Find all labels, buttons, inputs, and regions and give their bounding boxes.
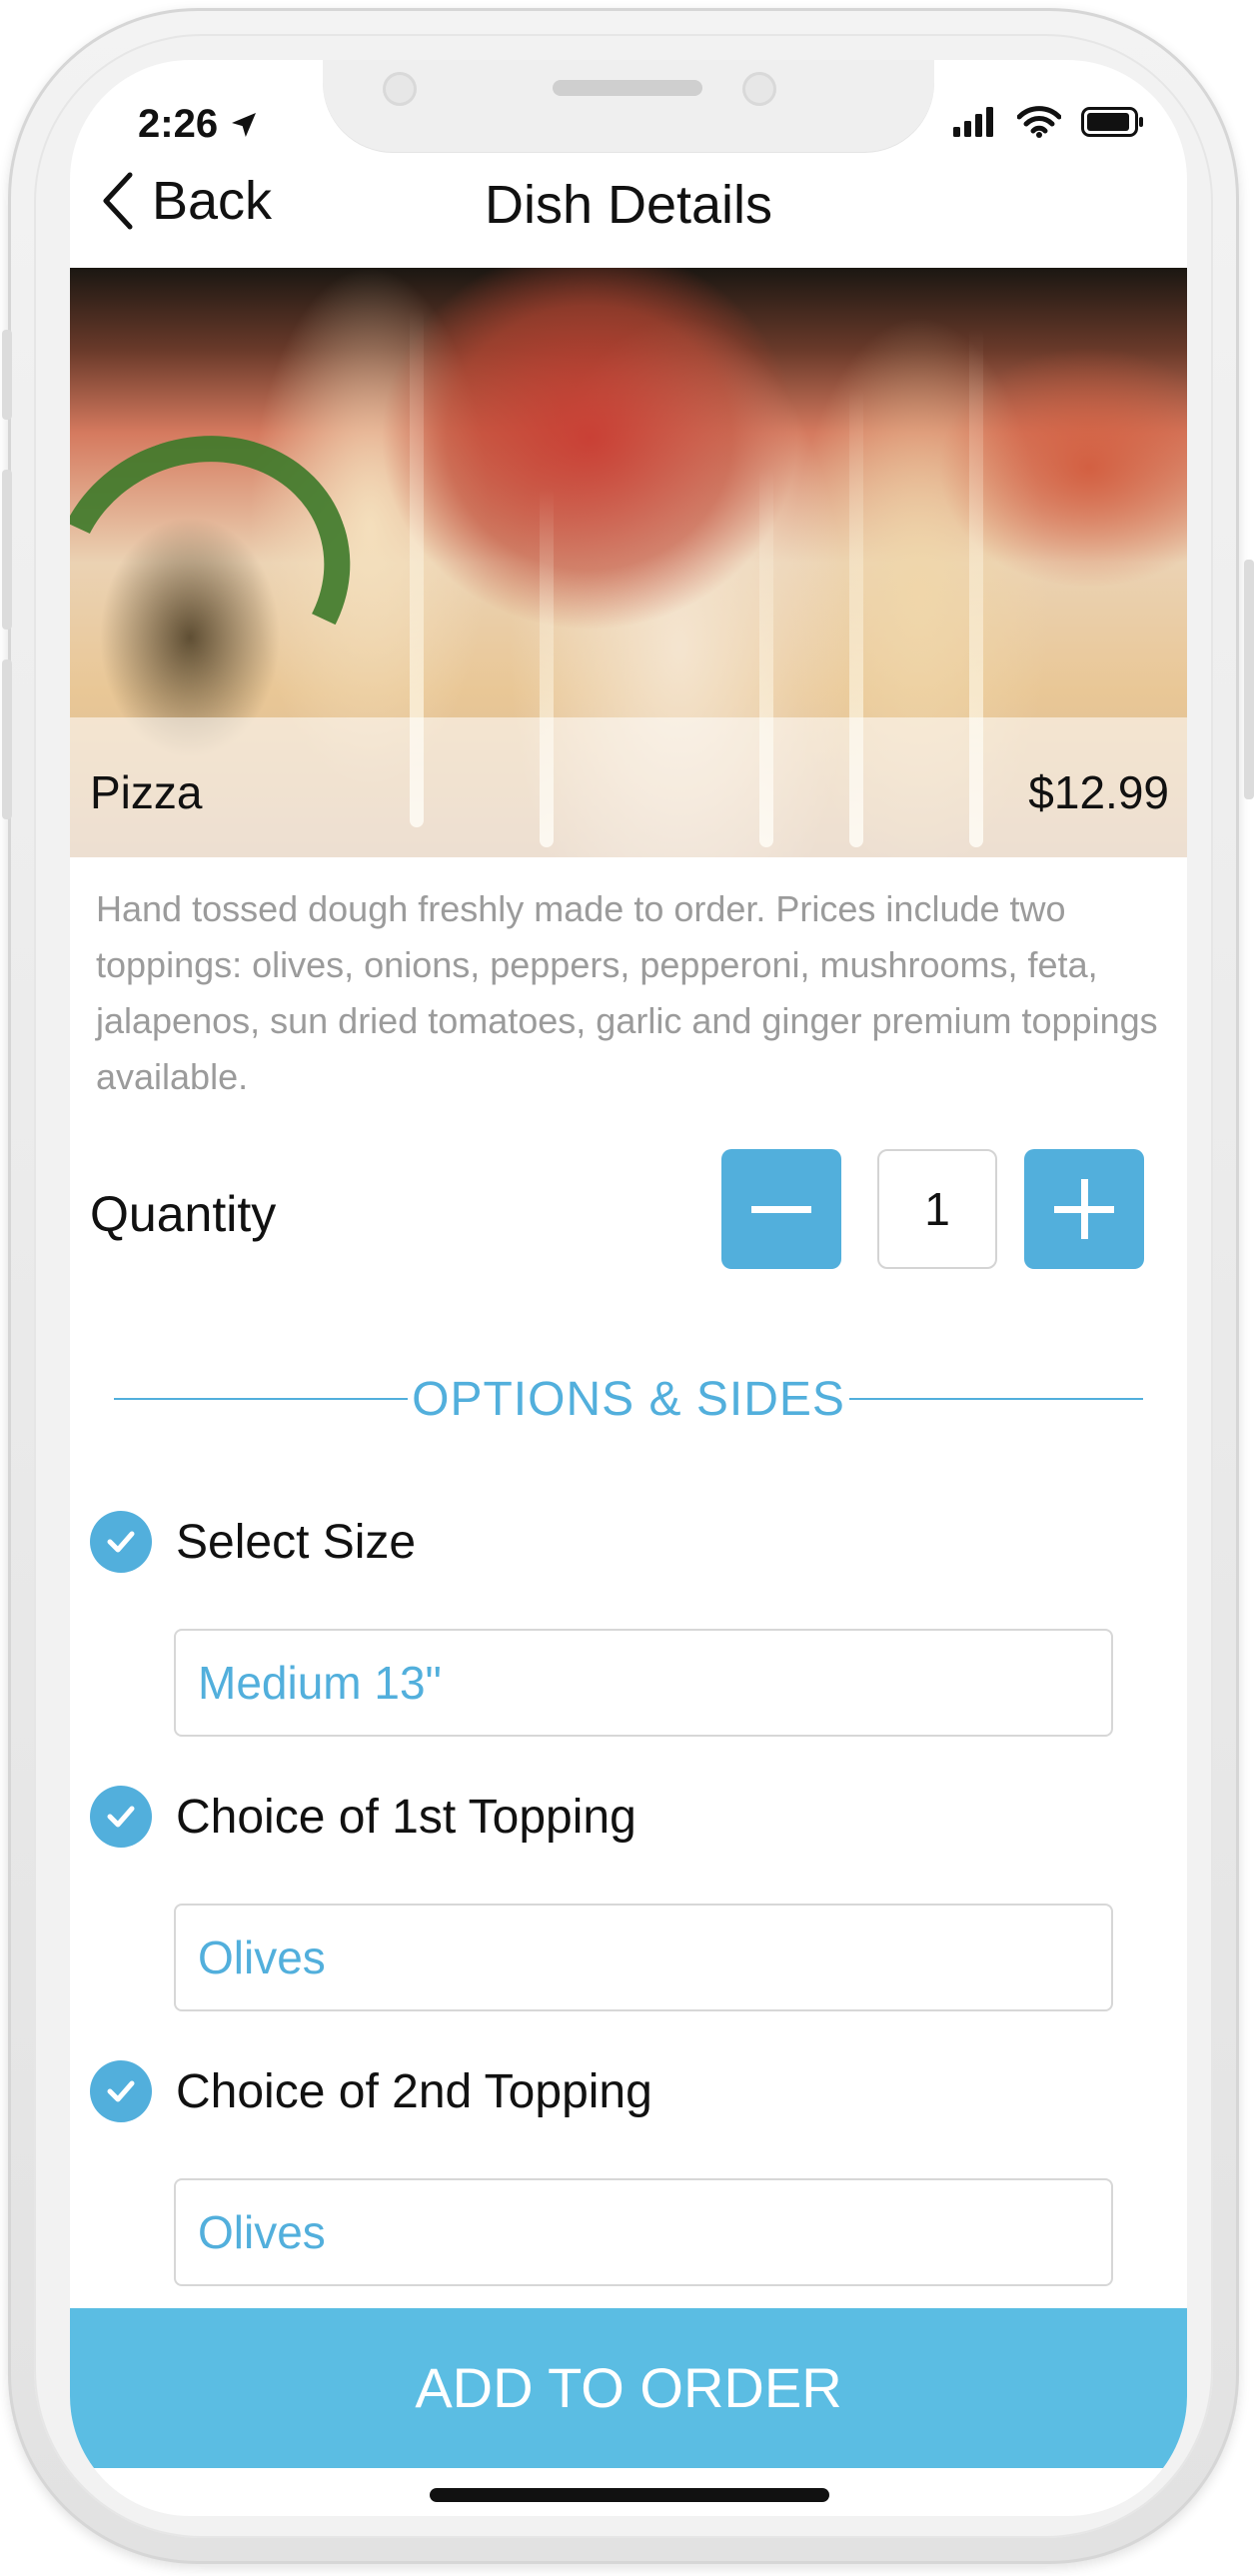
status-icons: [953, 106, 1145, 138]
phone-notch: [323, 60, 934, 152]
cellular-signal-icon: [953, 107, 993, 137]
nav-bar: Back Dish Details: [70, 160, 1187, 256]
phone-side-button: [2, 330, 12, 420]
dish-photo: Pizza $12.99: [70, 268, 1187, 857]
wifi-icon: [1017, 106, 1061, 138]
app-screen: 2:26 Back Dish Details Pizza $12.99 Hand…: [70, 60, 1187, 2516]
page-title: Dish Details: [484, 175, 773, 235]
option-second-topping: Choice of 2nd Topping: [90, 2060, 652, 2122]
option-label: Choice of 2nd Topping: [176, 2064, 652, 2118]
options-section-header: OPTIONS & SIDES: [114, 1364, 1144, 1434]
speaker-grille: [553, 80, 702, 96]
front-camera: [383, 72, 417, 106]
options-section-title: OPTIONS & SIDES: [412, 1372, 845, 1426]
front-sensor: [742, 72, 776, 106]
phone-side-button: [2, 470, 12, 630]
phone-side-button: [2, 659, 12, 819]
check-circle-icon: [90, 2060, 152, 2122]
option-size: Select Size: [90, 1511, 416, 1573]
option-first-topping: Choice of 1st Topping: [90, 1786, 636, 1848]
quantity-value[interactable]: 1: [877, 1149, 997, 1269]
check-circle-icon: [90, 1511, 152, 1573]
decrease-quantity-button[interactable]: [721, 1149, 841, 1269]
phone-mockup: 2:26 Back Dish Details Pizza $12.99 Hand…: [0, 0, 1256, 2576]
divider-line: [848, 1398, 1144, 1400]
check-circle-icon: [90, 1786, 152, 1848]
option-label: Select Size: [176, 1515, 417, 1569]
divider-line: [114, 1398, 409, 1400]
quantity-stepper: Quantity 1: [70, 1149, 1187, 1279]
dish-info-overlay: [70, 717, 1187, 857]
phone-side-button: [1244, 560, 1254, 799]
battery-icon: [1081, 107, 1143, 137]
size-select[interactable]: Medium 13": [174, 1629, 1113, 1737]
minus-icon: [751, 1206, 811, 1213]
option-label: Choice of 1st Topping: [176, 1790, 636, 1844]
status-time: 2:26: [138, 102, 260, 147]
second-topping-select[interactable]: Olives: [174, 2178, 1113, 2286]
increase-quantity-button[interactable]: [1024, 1149, 1144, 1269]
location-arrow-icon: [232, 112, 257, 137]
quantity-label: Quantity: [90, 1186, 277, 1242]
dish-price: $12.99: [1028, 766, 1169, 818]
status-time-text: 2:26: [138, 102, 219, 146]
dish-description: Hand tossed dough freshly made to order.…: [96, 888, 1158, 1097]
first-topping-select[interactable]: Olives: [174, 1904, 1113, 2011]
add-to-order-button[interactable]: ADD TO ORDER: [70, 2308, 1187, 2468]
dish-name: Pizza: [90, 766, 203, 818]
home-indicator: [430, 2488, 829, 2502]
